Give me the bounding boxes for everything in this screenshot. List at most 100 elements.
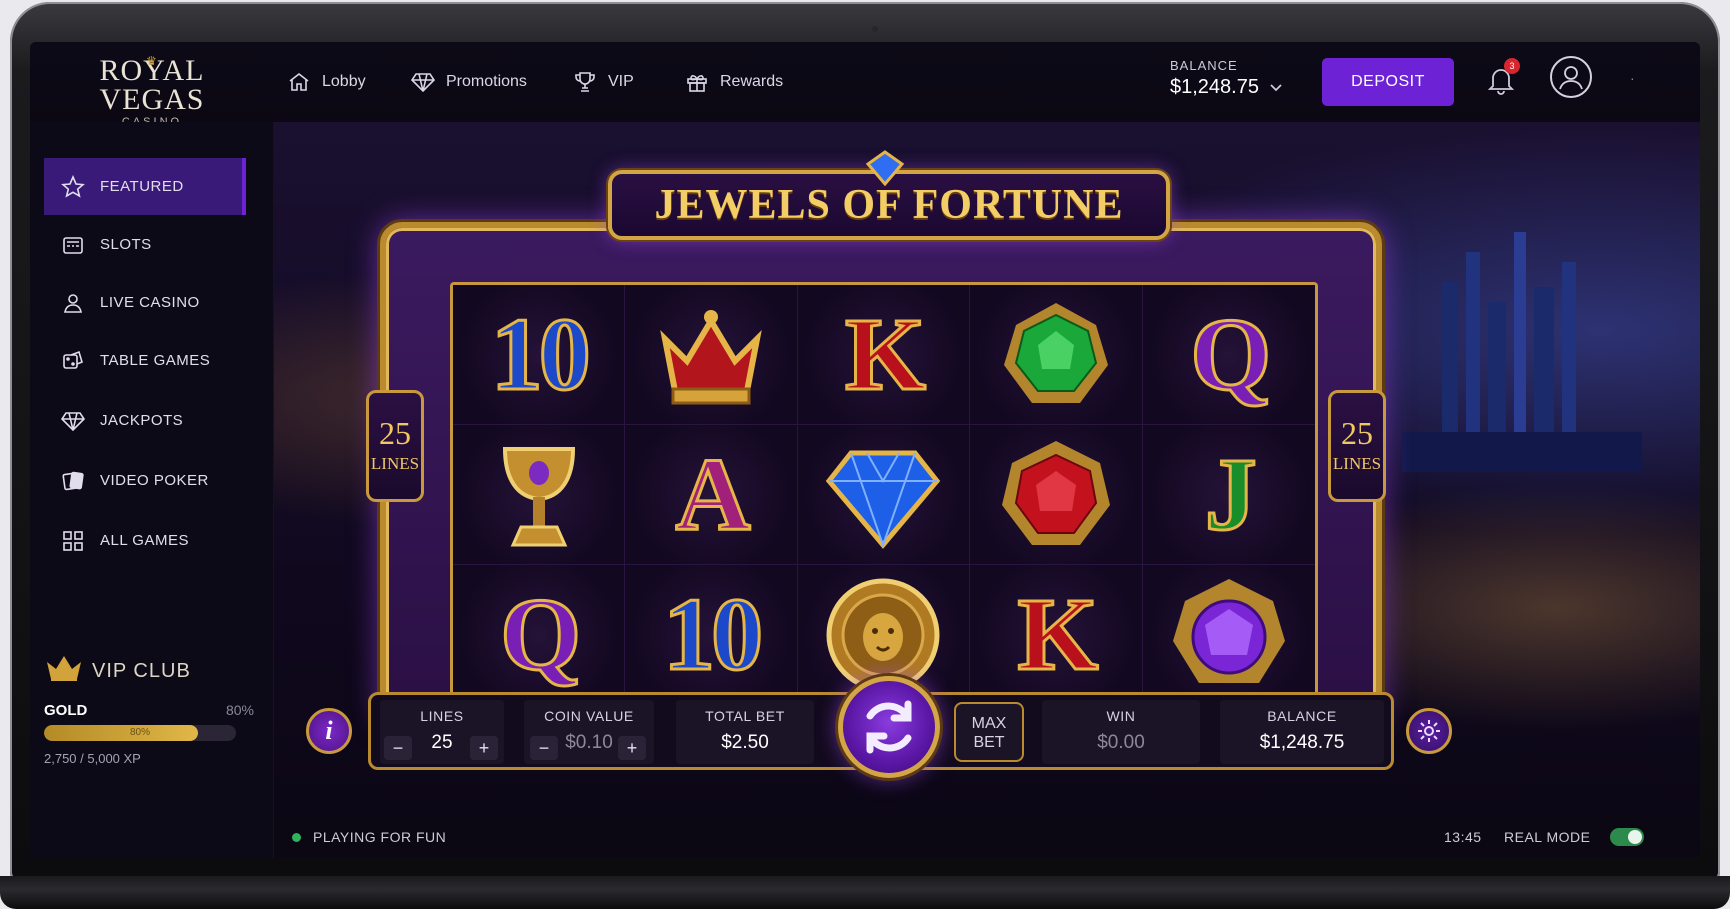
header-balance[interactable]: BALANCE $1,248.75	[1170, 58, 1283, 99]
logo-line2: VEGAS	[99, 83, 205, 116]
symbol-king: K	[844, 296, 928, 412]
nav-vip-label: VIP	[608, 73, 634, 90]
reel-cell: K	[797, 285, 971, 425]
green-gem-icon	[1003, 302, 1108, 403]
lines-increase-button[interactable]: +	[470, 736, 498, 760]
reel-cell: K	[970, 565, 1143, 705]
more-menu-icon[interactable]: ·	[1630, 70, 1635, 86]
header-balance-label: BALANCE	[1170, 58, 1238, 73]
red-gem-icon	[1001, 440, 1110, 545]
app-screen: ♛ ROYAL VEGAS CASINO Lobby Promotions VI…	[30, 42, 1700, 858]
reel-cell: A	[625, 425, 798, 565]
reel-cell: J	[1142, 425, 1315, 565]
coin-value-label: COIN VALUE	[544, 708, 634, 724]
sidebar-item-label: FEATURED	[100, 178, 184, 195]
blue-gem-icon	[865, 150, 905, 186]
lines-number: 25	[1341, 415, 1373, 451]
vip-percent: 80%	[225, 702, 254, 718]
diamond-icon	[410, 69, 436, 95]
camera	[872, 26, 878, 32]
real-mode-label: REAL MODE	[1504, 829, 1591, 845]
coin-decrease-button[interactable]: −	[530, 736, 558, 760]
sidebar-item-table-games[interactable]: TABLE GAMES	[44, 332, 246, 389]
sidebar-item-label: ALL GAMES	[100, 532, 189, 549]
win-display: WIN $0.00	[1042, 700, 1200, 764]
sidebar-item-slots[interactable]: SLOTS	[44, 216, 246, 273]
lines-text: LINES	[370, 454, 420, 473]
reel-cell	[625, 285, 798, 425]
nav-promotions[interactable]: Promotions	[410, 68, 527, 96]
slot-game-area: JEWELS OF FORTUNE 25 LINES 25 LINES 10 K	[274, 122, 1700, 816]
deposit-button[interactable]: DEPOSIT	[1322, 58, 1454, 106]
crown-icon	[44, 654, 84, 688]
sidebar-item-all-games[interactable]: ALL GAMES	[44, 512, 246, 569]
sidebar-item-live-casino[interactable]: LIVE CASINO	[44, 274, 246, 331]
lines-number: 25	[379, 415, 411, 451]
settings-button[interactable]	[1406, 708, 1452, 754]
clock: 13:45	[1444, 829, 1482, 845]
crown-icon: ♛	[146, 54, 157, 68]
top-header: ♛ ROYAL VEGAS CASINO Lobby Promotions VI…	[30, 42, 1700, 128]
notification-badge: 3	[1504, 58, 1520, 74]
total-bet-display: TOTAL BET $2.50	[676, 700, 814, 764]
diamond-icon	[60, 408, 86, 434]
symbol-jack: J	[1203, 436, 1258, 552]
status-bar: PLAYING FOR FUN 13:45 REAL MODE	[274, 816, 1700, 858]
crown-icon	[660, 309, 762, 404]
symbol-ace: A	[674, 436, 752, 552]
lines-decrease-button[interactable]: −	[384, 736, 412, 760]
home-icon	[286, 69, 312, 95]
symbol-queen: Q	[499, 576, 583, 692]
brand-logo[interactable]: ♛ ROYAL VEGAS CASINO	[84, 54, 220, 128]
real-mode-toggle[interactable]	[1610, 828, 1644, 846]
reel-cell	[797, 425, 971, 565]
balance-display: BALANCE $1,248.75	[1220, 700, 1384, 764]
coin-increase-button[interactable]: +	[618, 736, 646, 760]
reel-cell: 10	[453, 285, 626, 425]
reel-cell: Q	[453, 565, 626, 705]
lines-label: LINES	[420, 708, 464, 724]
sidebar-item-label: SLOTS	[100, 236, 152, 253]
sidebar-item-label: LIVE CASINO	[100, 294, 200, 311]
lines-badge-right: 25 LINES	[1328, 390, 1386, 502]
vip-xp: 2,750 / 5,000 XP	[44, 751, 141, 766]
chevron-down-icon[interactable]	[1269, 76, 1283, 99]
reel-grid: 10 K Q A J Q 10 K	[450, 282, 1318, 708]
sidebar-item-video-poker[interactable]: VIDEO POKER	[44, 452, 246, 509]
star-icon	[60, 174, 86, 200]
max-bet-line2: BET	[973, 734, 1005, 751]
total-bet-value: $2.50	[721, 732, 769, 753]
reel-cell: Q	[1142, 285, 1315, 425]
sidebar-item-label: TABLE GAMES	[100, 352, 211, 369]
vip-progress-bar: 80%	[44, 725, 236, 741]
nav-promotions-label: Promotions	[446, 73, 527, 90]
vip-club-panel: VIP CLUB GOLD 80% 80% 2,750 / 5,000 XP	[44, 654, 254, 766]
purple-gem-icon	[1172, 578, 1285, 683]
refresh-icon	[866, 700, 912, 754]
dice-icon	[60, 348, 86, 374]
nav-vip[interactable]: VIP	[572, 68, 634, 96]
sidebar-item-label: JACKPOTS	[100, 412, 184, 429]
nav-lobby[interactable]: Lobby	[286, 68, 366, 96]
info-button[interactable]: i	[306, 708, 352, 754]
balance-label: BALANCE	[1267, 708, 1337, 724]
reel-cell	[453, 425, 626, 565]
sidebar: FEATURED SLOTS LIVE CASINO TABLE GAMES J…	[30, 122, 274, 858]
spin-button[interactable]	[838, 676, 940, 778]
sidebar-item-jackpots[interactable]: JACKPOTS	[44, 392, 246, 449]
user-avatar[interactable]	[1550, 56, 1592, 98]
symbol-ten: 10	[489, 296, 592, 412]
laptop-base	[0, 876, 1730, 909]
cards-icon	[60, 468, 86, 494]
lines-text: LINES	[1332, 454, 1382, 473]
game-title: JEWELS OF FORTUNE	[654, 182, 1124, 228]
lines-badge-left: 25 LINES	[366, 390, 424, 502]
sidebar-item-featured[interactable]: FEATURED	[44, 158, 246, 215]
reel-cell	[970, 285, 1143, 425]
vip-title: VIP CLUB	[92, 659, 191, 682]
play-mode-text: PLAYING FOR FUN	[313, 829, 447, 845]
max-bet-button[interactable]: MAX BET	[954, 702, 1024, 762]
nav-rewards-label: Rewards	[720, 73, 784, 90]
nav-rewards[interactable]: Rewards	[684, 68, 783, 96]
trophy-icon	[572, 69, 598, 95]
